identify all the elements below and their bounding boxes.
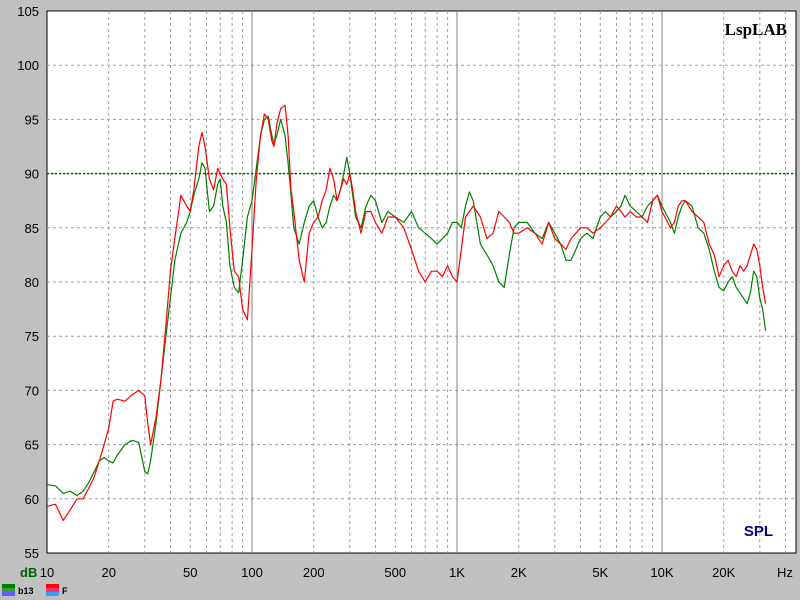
x-tick-label: 2K [511, 565, 527, 580]
y-tick-label: 55 [25, 546, 39, 561]
y-tick-label: 95 [25, 112, 39, 127]
legend-swatch-mid [46, 588, 59, 592]
measurement-label: SPL [744, 523, 773, 540]
y-tick-label: 100 [17, 58, 39, 73]
y-tick-label: 85 [25, 221, 39, 236]
x-axis-tick-labels: 10 20 50 100 200 500 1K 2K 5K 10K 20K [40, 565, 736, 580]
brand-label: LspLAB [725, 20, 787, 39]
y-tick-label: 60 [25, 492, 39, 507]
legend-swatch-mid [2, 588, 15, 592]
legend-swatch-top [2, 584, 15, 588]
legend-swatch-top [46, 584, 59, 588]
legend-label: b13 [18, 586, 34, 596]
y-unit-label: dB [20, 565, 37, 580]
y-tick-label: 80 [25, 275, 39, 290]
x-tick-label: 20 [101, 565, 115, 580]
legend-label: F [62, 586, 68, 596]
y-tick-label: 75 [25, 329, 39, 344]
x-tick-label: 1K [449, 565, 465, 580]
x-tick-label: 5K [592, 565, 608, 580]
x-tick-label: 50 [183, 565, 197, 580]
x-tick-label: 10K [650, 565, 673, 580]
legend-swatch-bottom [2, 592, 15, 596]
legend-swatch-bottom [46, 592, 59, 596]
legend: b13 F [2, 584, 68, 596]
y-tick-label: 105 [17, 4, 39, 19]
x-tick-label: 200 [303, 565, 325, 580]
frequency-response-chart: 55 60 65 70 75 80 85 90 95 100 105 10 20 50 100 200 500… [2, 4, 797, 596]
x-tick-label: 20K [712, 565, 735, 580]
x-tick-label: 100 [241, 565, 263, 580]
y-tick-label: 70 [25, 383, 39, 398]
x-tick-label: 500 [384, 565, 406, 580]
y-tick-label: 65 [25, 438, 39, 453]
x-unit-label: Hz [777, 565, 793, 580]
x-tick-label: 10 [40, 565, 54, 580]
y-tick-label: 90 [25, 167, 39, 182]
y-axis-tick-labels: 55 60 65 70 75 80 85 90 95 100 105 [17, 4, 39, 561]
